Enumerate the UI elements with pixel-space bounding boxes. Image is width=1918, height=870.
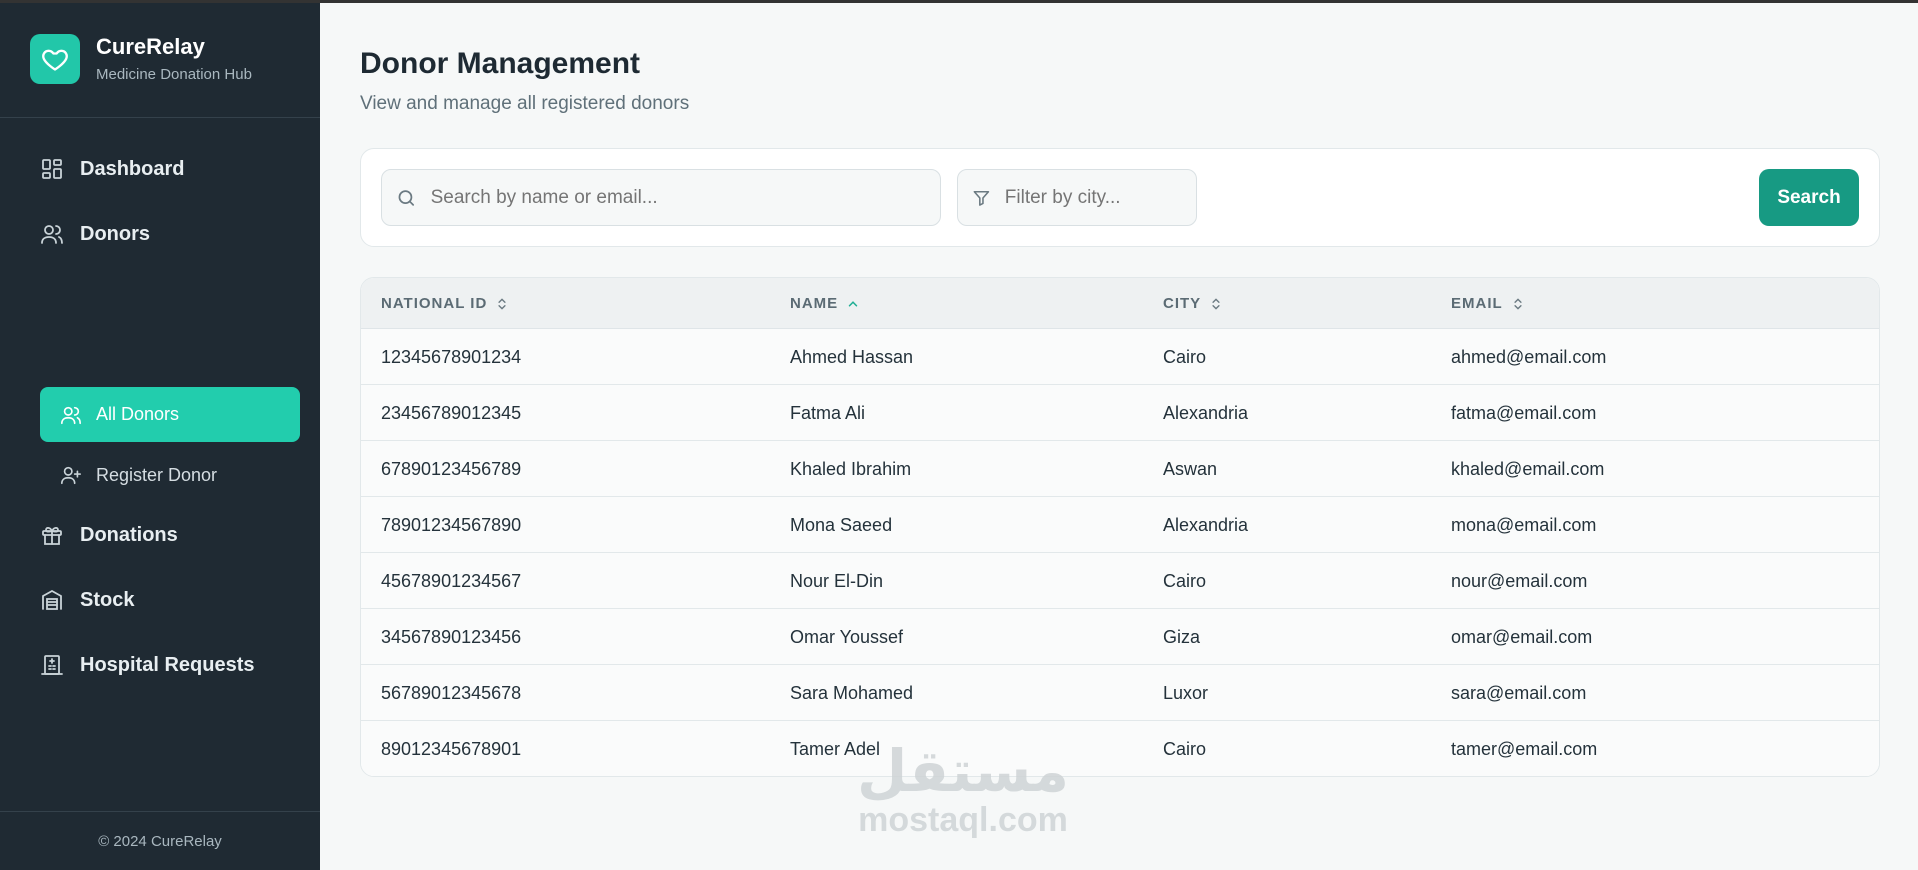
dashboard-icon	[42, 159, 62, 179]
cell-name: Nour El-Din	[790, 570, 884, 591]
column-header-national-id[interactable]: NATIONAL ID	[381, 278, 509, 329]
window-top-border	[0, 0, 1918, 3]
cell-email: mona@email.com	[1451, 514, 1597, 535]
sidebar-item-label: Donors	[80, 222, 150, 245]
page-title: Donor Management	[360, 47, 641, 80]
users-icon	[41, 225, 63, 244]
donors-table: NATIONAL ID NAME CITY EMAIL 123456789012…	[360, 277, 1880, 777]
sidebar-item-label: Register Donor	[96, 464, 218, 485]
column-header-name[interactable]: NAME	[790, 278, 860, 329]
hospital-icon	[41, 655, 63, 675]
table-row[interactable]: 12345678901234 Ahmed Hassan Cairo ahmed@…	[361, 329, 1879, 385]
column-label: NATIONAL ID	[381, 295, 488, 312]
brand-tagline: Medicine Donation Hub	[96, 66, 252, 83]
cell-name: Omar Youssef	[790, 626, 904, 647]
cell-national-id: 56789012345678	[381, 682, 522, 703]
search-icon	[398, 189, 415, 206]
table-row[interactable]: 56789012345678 Sara Mohamed Luxor sara@e…	[361, 665, 1879, 721]
table-row[interactable]: 89012345678901 Tamer Adel Cairo tamer@em…	[361, 721, 1879, 776]
cell-name: Khaled Ibrahim	[790, 458, 912, 479]
cell-name: Ahmed Hassan	[790, 346, 914, 367]
sidebar-item-donations[interactable]: Donations	[40, 523, 178, 547]
heart-icon	[30, 33, 80, 84]
cell-city: Luxor	[1163, 682, 1209, 703]
column-label: NAME	[790, 295, 839, 312]
table-row[interactable]: 78901234567890 Mona Saeed Alexandria mon…	[361, 497, 1879, 553]
cell-name: Fatma Ali	[790, 402, 866, 423]
cell-national-id: 12345678901234	[381, 346, 522, 367]
user-plus-icon	[61, 466, 81, 485]
sidebar-item-label: Donations	[80, 523, 178, 546]
table-row[interactable]: 23456789012345 Fatma Ali Alexandria fatm…	[361, 385, 1879, 441]
search-button[interactable]: Search	[1759, 169, 1859, 226]
cell-city: Aswan	[1163, 458, 1218, 479]
users-icon	[61, 406, 81, 424]
cell-city: Giza	[1163, 626, 1201, 647]
sidebar-item-all-donors[interactable]: All Donors	[40, 387, 300, 442]
cell-email: khaled@email.com	[1451, 458, 1605, 479]
sidebar-item-label: All Donors	[96, 404, 180, 424]
cell-email: nour@email.com	[1451, 570, 1588, 591]
column-header-email[interactable]: EMAIL	[1451, 278, 1525, 329]
filter-icon	[973, 190, 990, 206]
sidebar-item-register-donor[interactable]: Register Donor	[60, 464, 217, 486]
cell-email: omar@email.com	[1451, 626, 1593, 647]
cell-national-id: 34567890123456	[381, 626, 522, 647]
table-row[interactable]: 34567890123456 Omar Youssef Giza omar@em…	[361, 609, 1879, 665]
cell-national-id: 89012345678901	[381, 738, 522, 759]
table-header: NATIONAL ID NAME CITY EMAIL	[361, 278, 1879, 329]
city-filter-input[interactable]	[1004, 186, 1196, 209]
city-filter-field[interactable]	[957, 169, 1197, 226]
cell-email: fatma@email.com	[1451, 402, 1597, 423]
sidebar-item-label: Stock	[80, 588, 135, 611]
sidebar-item-dashboard[interactable]: Dashboard	[40, 157, 184, 181]
watermark: مستقل mostaql.com	[843, 740, 1083, 838]
cell-city: Cairo	[1163, 570, 1207, 591]
filter-bar: Search	[360, 148, 1880, 247]
column-header-city[interactable]: CITY	[1163, 278, 1223, 329]
table-row[interactable]: 67890123456789 Khaled Ibrahim Aswan khal…	[361, 441, 1879, 497]
sort-icon	[498, 297, 506, 310]
cell-national-id: 45678901234567	[381, 570, 522, 591]
sidebar-item-label: Hospital Requests	[80, 653, 255, 676]
cell-name: Mona Saeed	[790, 514, 893, 535]
watermark-latin: mostaql.com	[858, 801, 1068, 839]
cell-national-id: 78901234567890	[381, 514, 522, 535]
sidebar-item-donors[interactable]: Donors	[40, 222, 150, 246]
page-subtitle: View and manage all registered donors	[360, 93, 690, 114]
search-input[interactable]	[430, 186, 940, 209]
cell-national-id: 23456789012345	[381, 402, 522, 423]
table-row[interactable]: 45678901234567 Nour El-Din Cairo nour@em…	[361, 553, 1879, 609]
cell-national-id: 67890123456789	[381, 458, 522, 479]
column-label: CITY	[1163, 295, 1202, 312]
cell-email: sara@email.com	[1451, 682, 1587, 703]
watermark-arabic: مستقل	[856, 737, 1070, 805]
search-field[interactable]	[381, 169, 941, 226]
cell-city: Alexandria	[1163, 402, 1249, 423]
main-content: Donor Management View and manage all reg…	[320, 0, 1918, 870]
cell-city: Cairo	[1163, 346, 1207, 367]
cell-email: ahmed@email.com	[1451, 346, 1607, 367]
cell-city: Cairo	[1163, 738, 1207, 759]
gift-icon	[42, 526, 62, 545]
sort-ascending-icon	[848, 300, 858, 307]
sidebar-item-label: Dashboard	[80, 157, 185, 180]
column-label: EMAIL	[1451, 295, 1503, 312]
cell-email: tamer@email.com	[1451, 738, 1598, 759]
sort-icon	[1514, 297, 1522, 310]
cell-city: Alexandria	[1163, 514, 1249, 535]
brand-header: CureRelay Medicine Donation Hub	[0, 0, 320, 118]
sort-icon	[1212, 297, 1220, 310]
sidebar-item-stock[interactable]: Stock	[40, 588, 134, 612]
sidebar-footer: © 2024 CureRelay	[0, 811, 320, 870]
brand-name: CureRelay	[96, 34, 205, 59]
sidebar: CureRelay Medicine Donation Hub Dashboar…	[0, 0, 320, 870]
sidebar-item-hospital-requests[interactable]: Hospital Requests	[40, 653, 254, 677]
cell-name: Sara Mohamed	[790, 682, 914, 703]
warehouse-icon	[42, 589, 62, 610]
